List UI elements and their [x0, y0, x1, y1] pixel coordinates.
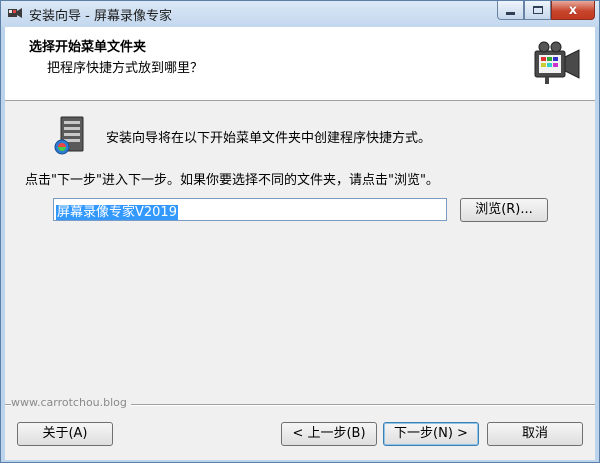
minimize-button[interactable] — [497, 1, 524, 20]
watermark-text: www.carrotchou.blog — [11, 396, 131, 409]
caption-buttons: x — [497, 1, 595, 21]
minimize-icon — [506, 11, 515, 15]
folder-input-value: 屏幕录像专家V2019 — [56, 205, 178, 220]
wizard-header: 选择开始菜单文件夹 把程序快捷方式放到哪里？ — [5, 27, 595, 101]
installer-window: 安装向导 - 屏幕录像专家 x 选择开始菜单文件夹 把程序快捷方式放到哪里？ 安… — [0, 0, 600, 463]
next-button[interactable]: 下一步(N) > — [383, 422, 479, 446]
browse-button[interactable]: 浏览(R)... — [460, 198, 548, 222]
start-menu-folder-icon — [54, 116, 84, 155]
video-camera-icon — [534, 41, 580, 84]
start-menu-folder-input[interactable]: 屏幕录像专家V2019 — [53, 198, 447, 221]
maximize-icon — [532, 6, 543, 14]
window-title: 安装向导 - 屏幕录像专家 — [29, 9, 172, 24]
wizard-client-area: 选择开始菜单文件夹 把程序快捷方式放到哪里？ 安装向导将在以下开始菜单文件夹中创… — [5, 27, 595, 460]
close-icon: x — [568, 2, 578, 18]
about-button[interactable]: 关于(A) — [17, 422, 113, 446]
page-title: 选择开始菜单文件夹 — [29, 40, 147, 55]
maximize-button[interactable] — [524, 1, 551, 20]
cancel-button[interactable]: 取消 — [487, 422, 583, 446]
back-button[interactable]: < 上一步(B) — [281, 422, 377, 446]
video-camera-icon — [8, 8, 22, 18]
page-subtitle: 把程序快捷方式放到哪里？ — [47, 61, 204, 76]
title-bar[interactable]: 安装向导 - 屏幕录像专家 x — [1, 1, 599, 27]
instruction-text: 点击"下一步"进入下一步。如果你要选择不同的文件夹，请点击"浏览"。 — [25, 173, 439, 188]
intro-text: 安装向导将在以下开始菜单文件夹中创建程序快捷方式。 — [106, 131, 432, 146]
close-button[interactable]: x — [551, 1, 595, 20]
